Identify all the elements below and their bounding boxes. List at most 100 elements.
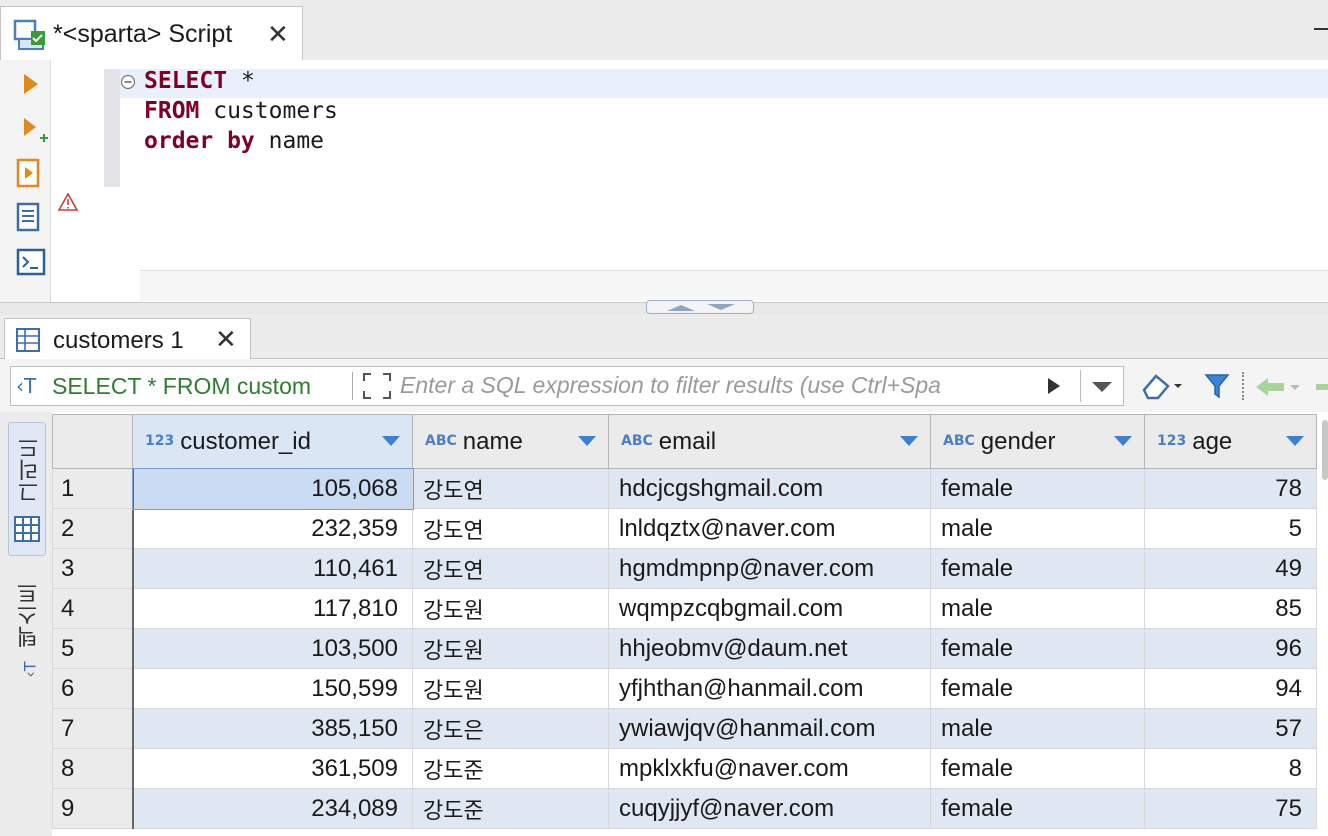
table-row[interactable]: 1 105,068 강도연 hdcjcgshgmail.com female 7… [52,467,1317,510]
execute-script-icon[interactable] [16,158,44,190]
cell-age[interactable]: 49 [1144,548,1317,589]
grid-view-button[interactable]: 그리드 [8,422,46,556]
cell-name[interactable]: 강도원 [412,628,609,669]
cell-age[interactable]: 94 [1144,668,1317,709]
cell-email[interactable]: hdcjcgshgmail.com [608,468,931,509]
forward-arrow-icon[interactable] [1316,384,1328,390]
column-header-email[interactable]: ABC email [608,414,931,469]
cell-name[interactable]: 강도준 [412,748,609,789]
table-row[interactable]: 4 117,810 강도원 wqmpzcqbgmail.com male 85 [52,588,1317,629]
cell-email[interactable]: ywiawjqv@hanmail.com [608,708,931,749]
sort-dropdown-icon[interactable] [382,436,400,446]
table-row[interactable]: 5 103,500 강도원 hhjeobmv@daum.net female 9… [52,628,1317,669]
filter-input[interactable]: Enter a SQL expression to filter results… [400,372,941,399]
execute-statement-icon[interactable] [22,72,40,96]
row-number[interactable]: 2 [52,508,134,549]
cell-gender[interactable]: female [930,748,1145,789]
row-number[interactable]: 5 [52,628,134,669]
text-view-button[interactable]: 텍스트 ‹T [8,574,46,694]
cell-customer-id[interactable]: 150,599 [132,668,413,709]
cell-name[interactable]: 강도원 [412,588,609,629]
eraser-icon[interactable] [1140,372,1184,400]
table-row[interactable]: 8 361,509 강도준 mpklxkfu@naver.com female … [52,748,1317,789]
table-row[interactable]: 6 150,599 강도원 yfjhthan@hanmail.com femal… [52,668,1317,709]
cell-customer-id[interactable]: 117,810 [132,588,413,629]
cell-customer-id[interactable]: 361,509 [132,748,413,789]
cell-name[interactable]: 강도연 [412,548,609,589]
row-number[interactable]: 9 [52,788,134,829]
cell-customer-id[interactable]: 232,359 [132,508,413,549]
filter-history-dropdown-icon[interactable] [1090,380,1114,394]
cell-email[interactable]: yfjhthan@hanmail.com [608,668,931,709]
cell-gender[interactable]: male [930,708,1145,749]
cell-age[interactable]: 8 [1144,748,1317,789]
warning-icon [58,193,78,211]
cell-customer-id[interactable]: 105,068 [131,467,414,510]
column-header-age[interactable]: 123 age [1144,414,1317,469]
editor-horizontal-scrollbar[interactable] [140,270,1328,301]
cell-customer-id[interactable]: 385,150 [132,708,413,749]
cell-age[interactable]: 85 [1144,588,1317,629]
cell-email[interactable]: hgmdmpnp@naver.com [608,548,931,589]
cell-gender[interactable]: female [930,468,1145,509]
cell-name[interactable]: 강도준 [412,788,609,829]
cell-age[interactable]: 5 [1144,508,1317,549]
expand-icon[interactable] [362,372,392,400]
table-row[interactable]: 3 110,461 강도연 hgmdmpnp@naver.com female … [52,548,1317,589]
cell-name[interactable]: 강도은 [412,708,609,749]
results-tab[interactable]: customers 1 ✕ [4,318,251,359]
explain-plan-icon[interactable] [16,202,44,234]
cell-age[interactable]: 78 [1144,468,1317,509]
row-number[interactable]: 7 [52,708,134,749]
column-header-gender[interactable]: ABC gender [930,414,1145,469]
cell-gender[interactable]: female [930,668,1145,709]
history-arrow-icon[interactable] [1046,376,1062,396]
cell-name[interactable]: 강도연 [412,468,609,509]
sql-line-2: FROM customers [144,98,338,124]
script-editor-tab[interactable]: *<sparta> Script ✕ [0,6,303,60]
row-number[interactable]: 4 [52,588,134,629]
sort-dropdown-icon[interactable] [1114,436,1132,446]
cell-email[interactable]: wqmpzcqbgmail.com [608,588,931,629]
maximize-icon[interactable] [1314,28,1328,30]
cell-age[interactable]: 57 [1144,708,1317,749]
row-number-header[interactable] [52,414,133,469]
row-number[interactable]: 1 [52,468,134,509]
execute-new-tab-icon[interactable] [22,116,48,146]
cell-gender[interactable]: male [930,508,1145,549]
table-row[interactable]: 7 385,150 강도은 ywiawjqv@hanmail.com male … [52,708,1317,749]
cell-email[interactable]: cuqyjjyf@naver.com [608,788,931,829]
splitter-handle[interactable] [646,300,754,314]
table-row[interactable]: 2 232,359 강도연 lnldqztx@naver.com male 5 [52,508,1317,549]
cell-email[interactable]: lnldqztx@naver.com [608,508,931,549]
row-number[interactable]: 6 [52,668,134,709]
sort-dropdown-icon[interactable] [1286,436,1304,446]
back-arrow-icon[interactable] [1254,376,1304,398]
table-row[interactable]: 9 234,089 강도준 cuqyjjyf@naver.com female … [52,788,1317,829]
row-number[interactable]: 8 [52,748,134,789]
cell-name[interactable]: 강도원 [412,668,609,709]
column-header-name[interactable]: ABC name [412,414,609,469]
cell-name[interactable]: 강도연 [412,508,609,549]
cell-gender[interactable]: female [930,788,1145,829]
cell-age[interactable]: 96 [1144,628,1317,669]
cell-customer-id[interactable]: 103,500 [132,628,413,669]
cell-customer-id[interactable]: 234,089 [132,788,413,829]
close-icon[interactable]: ✕ [215,324,237,355]
cell-customer-id[interactable]: 110,461 [132,548,413,589]
funnel-icon[interactable] [1204,372,1230,400]
close-icon[interactable]: ✕ [267,19,289,50]
row-number[interactable]: 3 [52,548,134,589]
cell-email[interactable]: mpklxkfu@naver.com [608,748,931,789]
grid-vertical-scrollbar[interactable] [1322,420,1328,480]
sort-dropdown-icon[interactable] [578,436,596,446]
collapse-icon[interactable] [120,74,136,90]
sort-dropdown-icon[interactable] [900,436,918,446]
cell-gender[interactable]: female [930,628,1145,669]
cell-email[interactable]: hhjeobmv@daum.net [608,628,931,669]
column-header-customer-id[interactable]: 123 customer_id [132,414,413,469]
console-icon[interactable] [16,248,46,276]
cell-age[interactable]: 75 [1144,788,1317,829]
cell-gender[interactable]: female [930,548,1145,589]
cell-gender[interactable]: male [930,588,1145,629]
